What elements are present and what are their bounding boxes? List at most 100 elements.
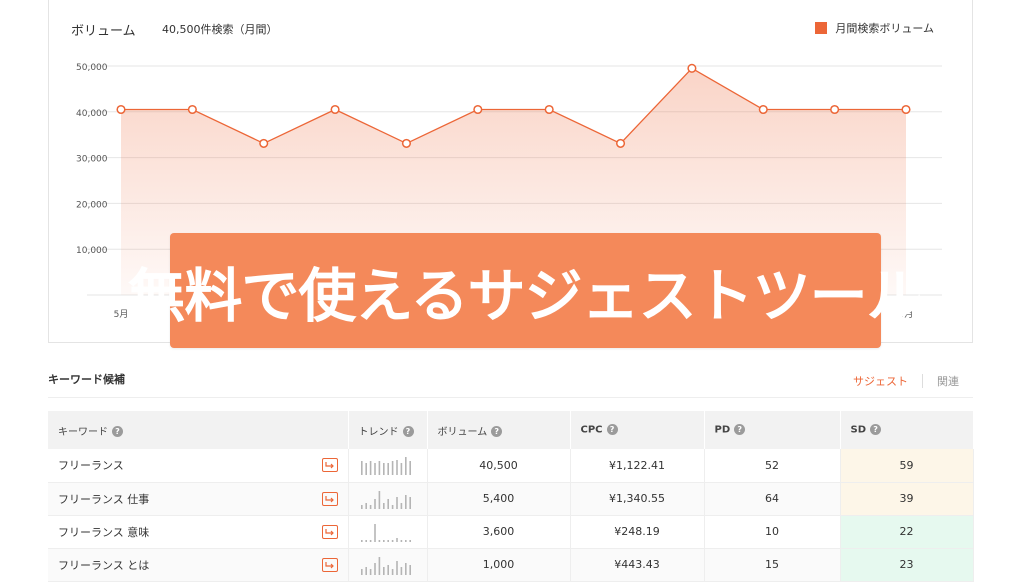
trend-bar: [400, 463, 402, 476]
promo-banner: 無料で使えるサジェストツール: [127, 233, 925, 348]
keyword-text: フリーランス: [58, 459, 124, 473]
trend-bar: [386, 539, 389, 542]
trend-bar: [395, 560, 398, 575]
trend-bar: [404, 539, 407, 542]
tab-separator: [922, 374, 923, 388]
open-keyword-icon[interactable]: [321, 524, 338, 539]
keyword-cell[interactable]: フリーランス 意味: [48, 515, 349, 549]
trend-bar: [378, 556, 380, 575]
trend-cell: [348, 515, 428, 549]
keyword-cell[interactable]: フリーランス: [48, 449, 349, 483]
trend-sparkline: [360, 523, 411, 542]
trend-bar: [400, 566, 402, 575]
data-point: [687, 63, 697, 73]
pd-cell: 10: [704, 515, 841, 549]
trend-bar: [404, 562, 407, 575]
help-icon[interactable]: ?: [112, 426, 123, 437]
trend-bar: [382, 463, 385, 476]
data-point: [830, 104, 840, 115]
sd-cell: 23: [840, 548, 974, 582]
trend-bar: [395, 496, 398, 509]
trend-bar: [364, 539, 367, 542]
trend-bar: [378, 539, 380, 542]
x-tick-label: 5月: [114, 309, 129, 320]
trend-bar: [369, 568, 371, 575]
trend-bar: [404, 494, 407, 509]
header-cpc[interactable]: CPC?: [570, 411, 705, 449]
tab-suggest[interactable]: サジェスト: [853, 373, 908, 389]
trend-bar: [400, 502, 402, 509]
keyword-tabs: サジェスト 関連: [853, 373, 959, 389]
trend-bar: [391, 539, 393, 542]
trend-bar: [408, 564, 411, 575]
data-point: [758, 104, 768, 115]
trend-bar: [395, 460, 398, 476]
banner-text: 無料で使えるサジェストツール: [127, 261, 924, 330]
trend-bar: [360, 461, 363, 476]
trend-bar: [382, 539, 385, 542]
open-keyword-icon[interactable]: [321, 491, 338, 506]
keyword-table: キーワード? トレンド? ボリューム? CPC? PD? SD? フリーランス 4…: [48, 411, 974, 582]
sd-cell: 39: [840, 482, 974, 516]
trend-bar: [386, 498, 389, 509]
trend-bar: [408, 539, 411, 542]
trend-bar: [373, 523, 376, 542]
trend-bar: [382, 566, 385, 575]
trend-sparkline: [360, 556, 411, 575]
trend-bar: [408, 461, 411, 476]
pd-cell: 52: [704, 449, 841, 483]
open-keyword-icon[interactable]: [321, 557, 338, 572]
table-row[interactable]: フリーランス とは 1,000 ¥443.43 15 23: [48, 548, 974, 582]
trend-cell: [348, 548, 428, 582]
trend-bar: [382, 502, 385, 509]
data-point: [901, 104, 911, 115]
keyword-text: フリーランス とは: [58, 558, 150, 572]
trend-sparkline: [360, 457, 411, 476]
trend-bar: [360, 504, 363, 509]
keyword-cell[interactable]: フリーランス とは: [48, 548, 349, 582]
cpc-cell: ¥443.43: [570, 548, 705, 582]
header-volume[interactable]: ボリューム?: [427, 411, 571, 449]
volume-cell: 3,600: [427, 515, 571, 549]
header-keyword[interactable]: キーワード?: [48, 411, 349, 449]
data-point: [473, 104, 483, 115]
table-row[interactable]: フリーランス 意味 3,600 ¥248.19 10 22: [48, 515, 974, 549]
table-row[interactable]: フリーランス 40,500 ¥1,122.41 52 59: [48, 449, 974, 483]
data-point: [116, 104, 126, 115]
trend-bar: [364, 502, 367, 509]
table-row[interactable]: フリーランス 仕事 5,400 ¥1,340.55 64 39: [48, 482, 974, 516]
keyword-candidates-title: キーワード候補: [48, 373, 125, 386]
trend-bar: [373, 498, 376, 509]
help-icon[interactable]: ?: [491, 426, 503, 437]
tab-related[interactable]: 関連: [937, 373, 959, 389]
open-keyword-icon[interactable]: [321, 458, 338, 472]
header-pd[interactable]: PD?: [704, 411, 841, 449]
y-tick-label: 20,000: [76, 200, 108, 210]
header-sd[interactable]: SD?: [840, 411, 974, 449]
pd-cell: 64: [704, 482, 841, 516]
trend-bar: [395, 537, 398, 542]
data-point: [259, 138, 269, 148]
trend-bar: [408, 496, 411, 509]
trend-bar: [378, 490, 380, 509]
volume-cell: 40,500: [427, 449, 571, 483]
trend-bar: [373, 562, 376, 575]
help-icon[interactable]: ?: [606, 424, 618, 436]
help-icon[interactable]: ?: [734, 424, 746, 436]
volume-cell: 5,400: [427, 482, 571, 516]
help-icon[interactable]: ?: [870, 424, 882, 436]
keyword-text: フリーランス 意味: [58, 525, 150, 539]
cpc-cell: ¥1,122.41: [570, 449, 705, 483]
y-tick-label: 40,000: [76, 109, 108, 119]
pd-cell: 15: [704, 548, 841, 582]
trend-bar: [391, 504, 393, 509]
volume-cell: 1,000: [427, 548, 571, 582]
trend-bar: [369, 504, 371, 509]
data-point: [544, 104, 554, 115]
y-tick-label: 10,000: [76, 246, 108, 256]
keyword-cell[interactable]: フリーランス 仕事: [48, 482, 349, 516]
help-icon[interactable]: ?: [402, 426, 414, 437]
header-trend[interactable]: トレンド?: [348, 411, 428, 449]
trend-bar: [386, 463, 389, 476]
y-tick-label: 50,000: [76, 63, 108, 73]
